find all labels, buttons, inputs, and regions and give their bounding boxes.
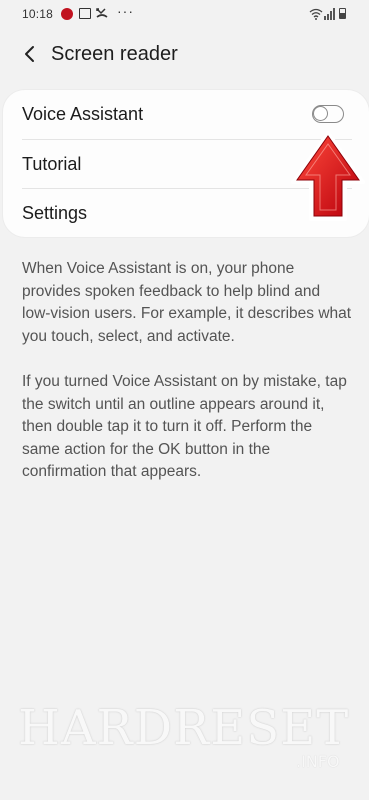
- status-bar: 10:18 ···: [0, 0, 369, 28]
- watermark-logo: HARDRESET: [18, 700, 350, 756]
- status-time: 10:18: [22, 7, 54, 21]
- voice-assistant-label: Voice Assistant: [22, 103, 144, 124]
- signal-icon: [324, 8, 336, 20]
- wifi-icon: [309, 8, 323, 20]
- battery-icon: [339, 8, 346, 19]
- back-button[interactable]: [14, 40, 44, 68]
- app-notification-icon: [61, 8, 73, 20]
- settings-label: Settings: [22, 202, 88, 223]
- page-title: Screen reader: [51, 43, 178, 65]
- description-paragraph-1: When Voice Assistant is on, your phone p…: [22, 260, 352, 345]
- description-paragraph-2: If you turned Voice Assistant on by mist…: [22, 373, 347, 480]
- pointer-arrow-icon: [291, 131, 365, 221]
- app-bar: Screen reader: [0, 30, 369, 78]
- toggle-knob: [312, 105, 328, 121]
- image-icon: [79, 8, 91, 19]
- watermark-sub: .INFO: [296, 752, 340, 771]
- voice-assistant-toggle[interactable]: [312, 105, 344, 123]
- back-arrow-icon: [25, 46, 34, 62]
- tutorial-label: Tutorial: [22, 153, 82, 174]
- missed-call-icon: [96, 7, 108, 19]
- more-notifications-icon: ···: [117, 3, 134, 19]
